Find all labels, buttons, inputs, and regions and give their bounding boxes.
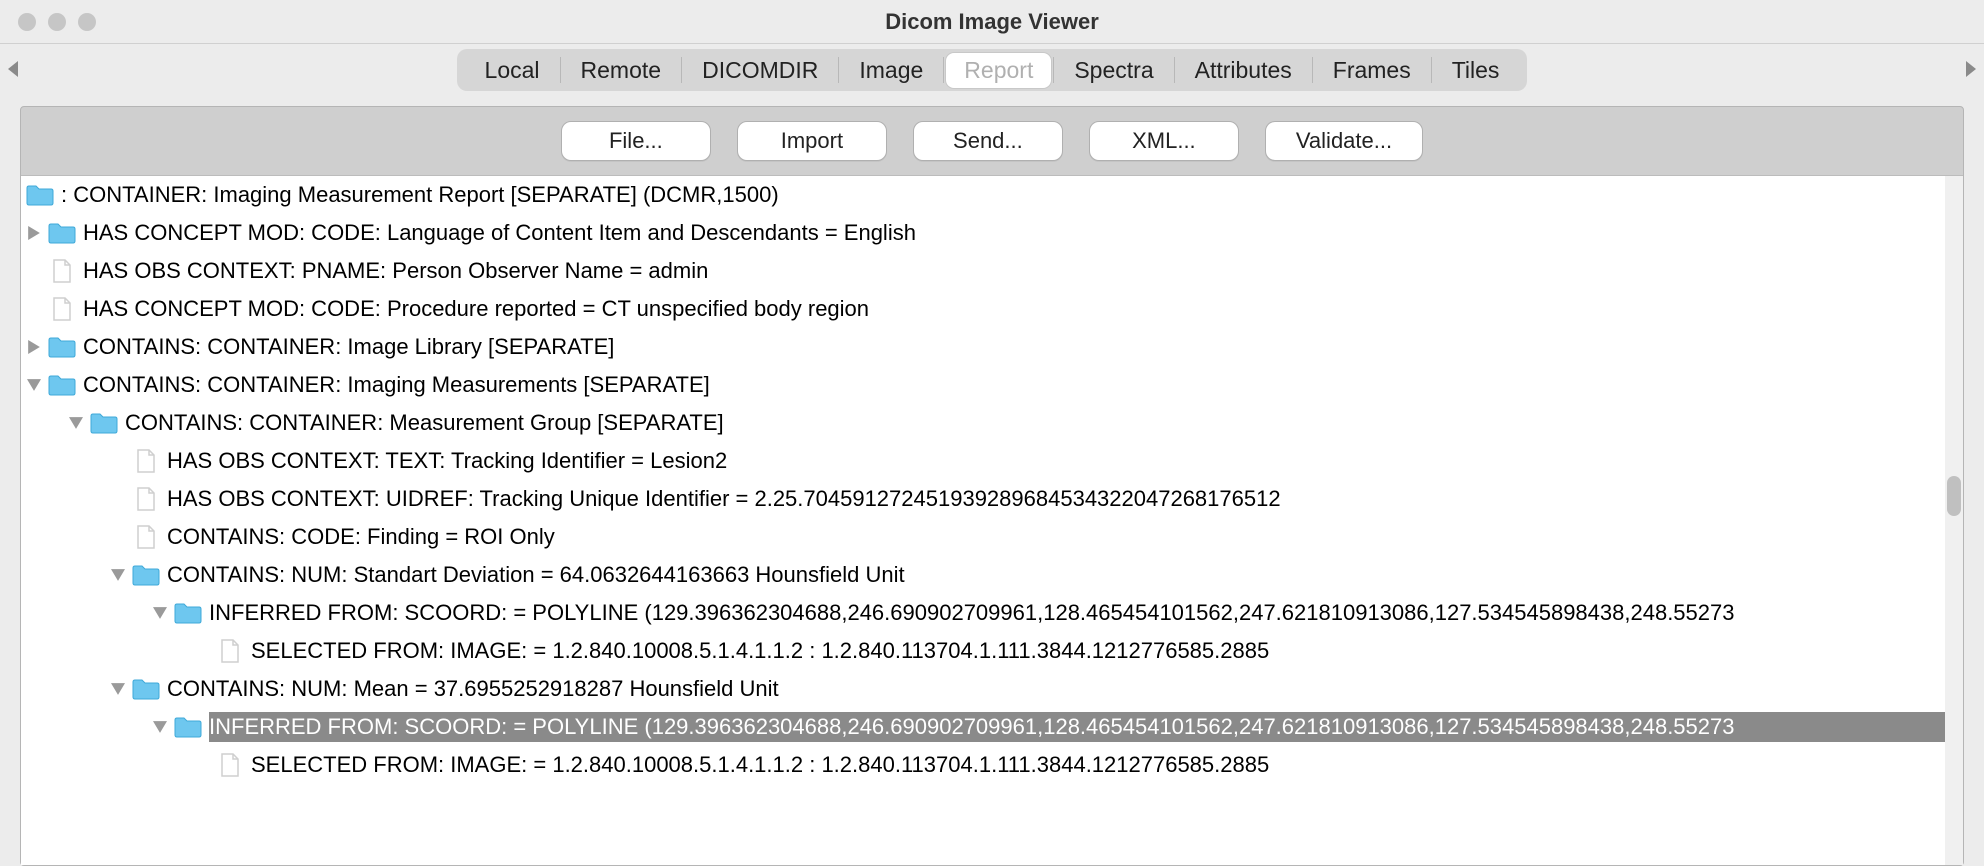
tree-row[interactable]: HAS OBS CONTEXT: TEXT: Tracking Identifi… bbox=[21, 442, 1963, 480]
xml-button[interactable]: XML... bbox=[1089, 121, 1239, 161]
content-area: File... Import Send... XML... Validate... : … bbox=[20, 106, 1964, 866]
chevron-down-icon[interactable] bbox=[63, 416, 89, 430]
file-icon bbox=[215, 753, 245, 777]
tab-spectra[interactable]: Spectra bbox=[1056, 53, 1171, 88]
chevron-right-icon[interactable] bbox=[21, 226, 47, 240]
folder-icon bbox=[173, 601, 203, 625]
tab-group: LocalRemoteDICOMDIRImageReportSpectraAtt… bbox=[457, 49, 1528, 91]
file-icon bbox=[47, 297, 77, 321]
tab-separator bbox=[1312, 57, 1313, 83]
file-button[interactable]: File... bbox=[561, 121, 711, 161]
tree-row-label: CONTAINS: CONTAINER: Imaging Measurement… bbox=[83, 370, 710, 400]
tree-row[interactable]: INFERRED FROM: SCOORD: = POLYLINE (129.3… bbox=[21, 708, 1963, 746]
tree-row[interactable]: HAS OBS CONTEXT: UIDREF: Tracking Unique… bbox=[21, 480, 1963, 518]
chevron-down-icon[interactable] bbox=[147, 720, 173, 734]
tabbar: LocalRemoteDICOMDIRImageReportSpectraAtt… bbox=[0, 44, 1984, 96]
tree-row[interactable]: HAS OBS CONTEXT: PNAME: Person Observer … bbox=[21, 252, 1963, 290]
file-icon bbox=[131, 449, 161, 473]
tree-row-label: SELECTED FROM: IMAGE: = 1.2.840.10008.5.… bbox=[251, 750, 1269, 780]
tab-separator bbox=[838, 57, 839, 83]
tree-row-label: HAS OBS CONTEXT: UIDREF: Tracking Unique… bbox=[167, 484, 1281, 514]
chevron-right-icon[interactable] bbox=[21, 340, 47, 354]
tree-row-label: CONTAINS: NUM: Standart Deviation = 64.0… bbox=[167, 560, 905, 590]
folder-icon bbox=[47, 221, 77, 245]
send-button[interactable]: Send... bbox=[913, 121, 1063, 161]
tab-separator bbox=[1431, 57, 1432, 83]
validate-button[interactable]: Validate... bbox=[1265, 121, 1423, 161]
tab-separator bbox=[1053, 57, 1054, 83]
tab-scroll-left[interactable] bbox=[8, 57, 18, 83]
tree-row-label: : CONTAINER: Imaging Measurement Report … bbox=[61, 180, 779, 210]
chevron-down-icon[interactable] bbox=[147, 606, 173, 620]
folder-icon bbox=[173, 715, 203, 739]
tree-row-label: CONTAINS: CODE: Finding = ROI Only bbox=[167, 522, 555, 552]
tree-row-label: INFERRED FROM: SCOORD: = POLYLINE (129.3… bbox=[209, 598, 1734, 628]
tab-local[interactable]: Local bbox=[467, 53, 558, 88]
file-icon bbox=[47, 259, 77, 283]
tree-row[interactable]: CONTAINS: CODE: Finding = ROI Only bbox=[21, 518, 1963, 556]
tree-row[interactable]: CONTAINS: CONTAINER: Image Library [SEPA… bbox=[21, 328, 1963, 366]
tree-row-label: HAS OBS CONTEXT: TEXT: Tracking Identifi… bbox=[167, 446, 727, 476]
file-icon bbox=[131, 487, 161, 511]
toolbar: File... Import Send... XML... Validate... bbox=[21, 107, 1963, 175]
folder-icon bbox=[131, 563, 161, 587]
titlebar: Dicom Image Viewer bbox=[0, 0, 1984, 44]
folder-icon bbox=[47, 335, 77, 359]
import-button[interactable]: Import bbox=[737, 121, 887, 161]
tree-pane: : CONTAINER: Imaging Measurement Report … bbox=[21, 175, 1963, 865]
tree-row-label: INFERRED FROM: SCOORD: = POLYLINE (129.3… bbox=[209, 712, 1945, 742]
tree-row-label: HAS CONCEPT MOD: CODE: Language of Conte… bbox=[83, 218, 916, 248]
tree-row[interactable]: CONTAINS: NUM: Standart Deviation = 64.0… bbox=[21, 556, 1963, 594]
folder-icon bbox=[47, 373, 77, 397]
tab-remote[interactable]: Remote bbox=[563, 53, 680, 88]
chevron-down-icon[interactable] bbox=[105, 568, 131, 582]
tree-row-label: CONTAINS: CONTAINER: Image Library [SEPA… bbox=[83, 332, 614, 362]
tree-row[interactable]: SELECTED FROM: IMAGE: = 1.2.840.10008.5.… bbox=[21, 632, 1963, 670]
vertical-scrollbar[interactable] bbox=[1945, 176, 1963, 865]
tab-separator bbox=[1174, 57, 1175, 83]
tab-separator bbox=[943, 57, 944, 83]
tab-report[interactable]: Report bbox=[946, 53, 1051, 88]
file-icon bbox=[131, 525, 161, 549]
tree-row-label: CONTAINS: NUM: Mean = 37.6955252918287 H… bbox=[167, 674, 779, 704]
chevron-down-icon[interactable] bbox=[21, 378, 47, 392]
tab-image[interactable]: Image bbox=[841, 53, 941, 88]
folder-icon bbox=[131, 677, 161, 701]
tree-row[interactable]: HAS CONCEPT MOD: CODE: Procedure reporte… bbox=[21, 290, 1963, 328]
tree-row[interactable]: CONTAINS: CONTAINER: Imaging Measurement… bbox=[21, 366, 1963, 404]
tree-row[interactable]: : CONTAINER: Imaging Measurement Report … bbox=[21, 176, 1963, 214]
tree-row-label: HAS CONCEPT MOD: CODE: Procedure reporte… bbox=[83, 294, 869, 324]
tree-row-label: SELECTED FROM: IMAGE: = 1.2.840.10008.5.… bbox=[251, 636, 1269, 666]
tree-row[interactable]: CONTAINS: CONTAINER: Measurement Group [… bbox=[21, 404, 1963, 442]
tree-row[interactable]: HAS CONCEPT MOD: CODE: Language of Conte… bbox=[21, 214, 1963, 252]
tree-row-label: CONTAINS: CONTAINER: Measurement Group [… bbox=[125, 408, 724, 438]
tab-frames[interactable]: Frames bbox=[1315, 53, 1429, 88]
file-icon bbox=[215, 639, 245, 663]
chevron-down-icon[interactable] bbox=[105, 682, 131, 696]
tree-row[interactable]: INFERRED FROM: SCOORD: = POLYLINE (129.3… bbox=[21, 594, 1963, 632]
tree-row-label: HAS OBS CONTEXT: PNAME: Person Observer … bbox=[83, 256, 708, 286]
tab-scroll-right[interactable] bbox=[1966, 57, 1976, 83]
tab-separator bbox=[681, 57, 682, 83]
tab-separator bbox=[560, 57, 561, 83]
tab-dicomdir[interactable]: DICOMDIR bbox=[684, 53, 836, 88]
tree-row[interactable]: CONTAINS: NUM: Mean = 37.6955252918287 H… bbox=[21, 670, 1963, 708]
tab-tiles[interactable]: Tiles bbox=[1434, 53, 1518, 88]
folder-icon bbox=[25, 183, 55, 207]
folder-icon bbox=[89, 411, 119, 435]
scrollbar-thumb[interactable] bbox=[1947, 476, 1961, 516]
window-title: Dicom Image Viewer bbox=[0, 9, 1984, 35]
tree-row[interactable]: SELECTED FROM: IMAGE: = 1.2.840.10008.5.… bbox=[21, 746, 1963, 784]
tab-attributes[interactable]: Attributes bbox=[1177, 53, 1310, 88]
